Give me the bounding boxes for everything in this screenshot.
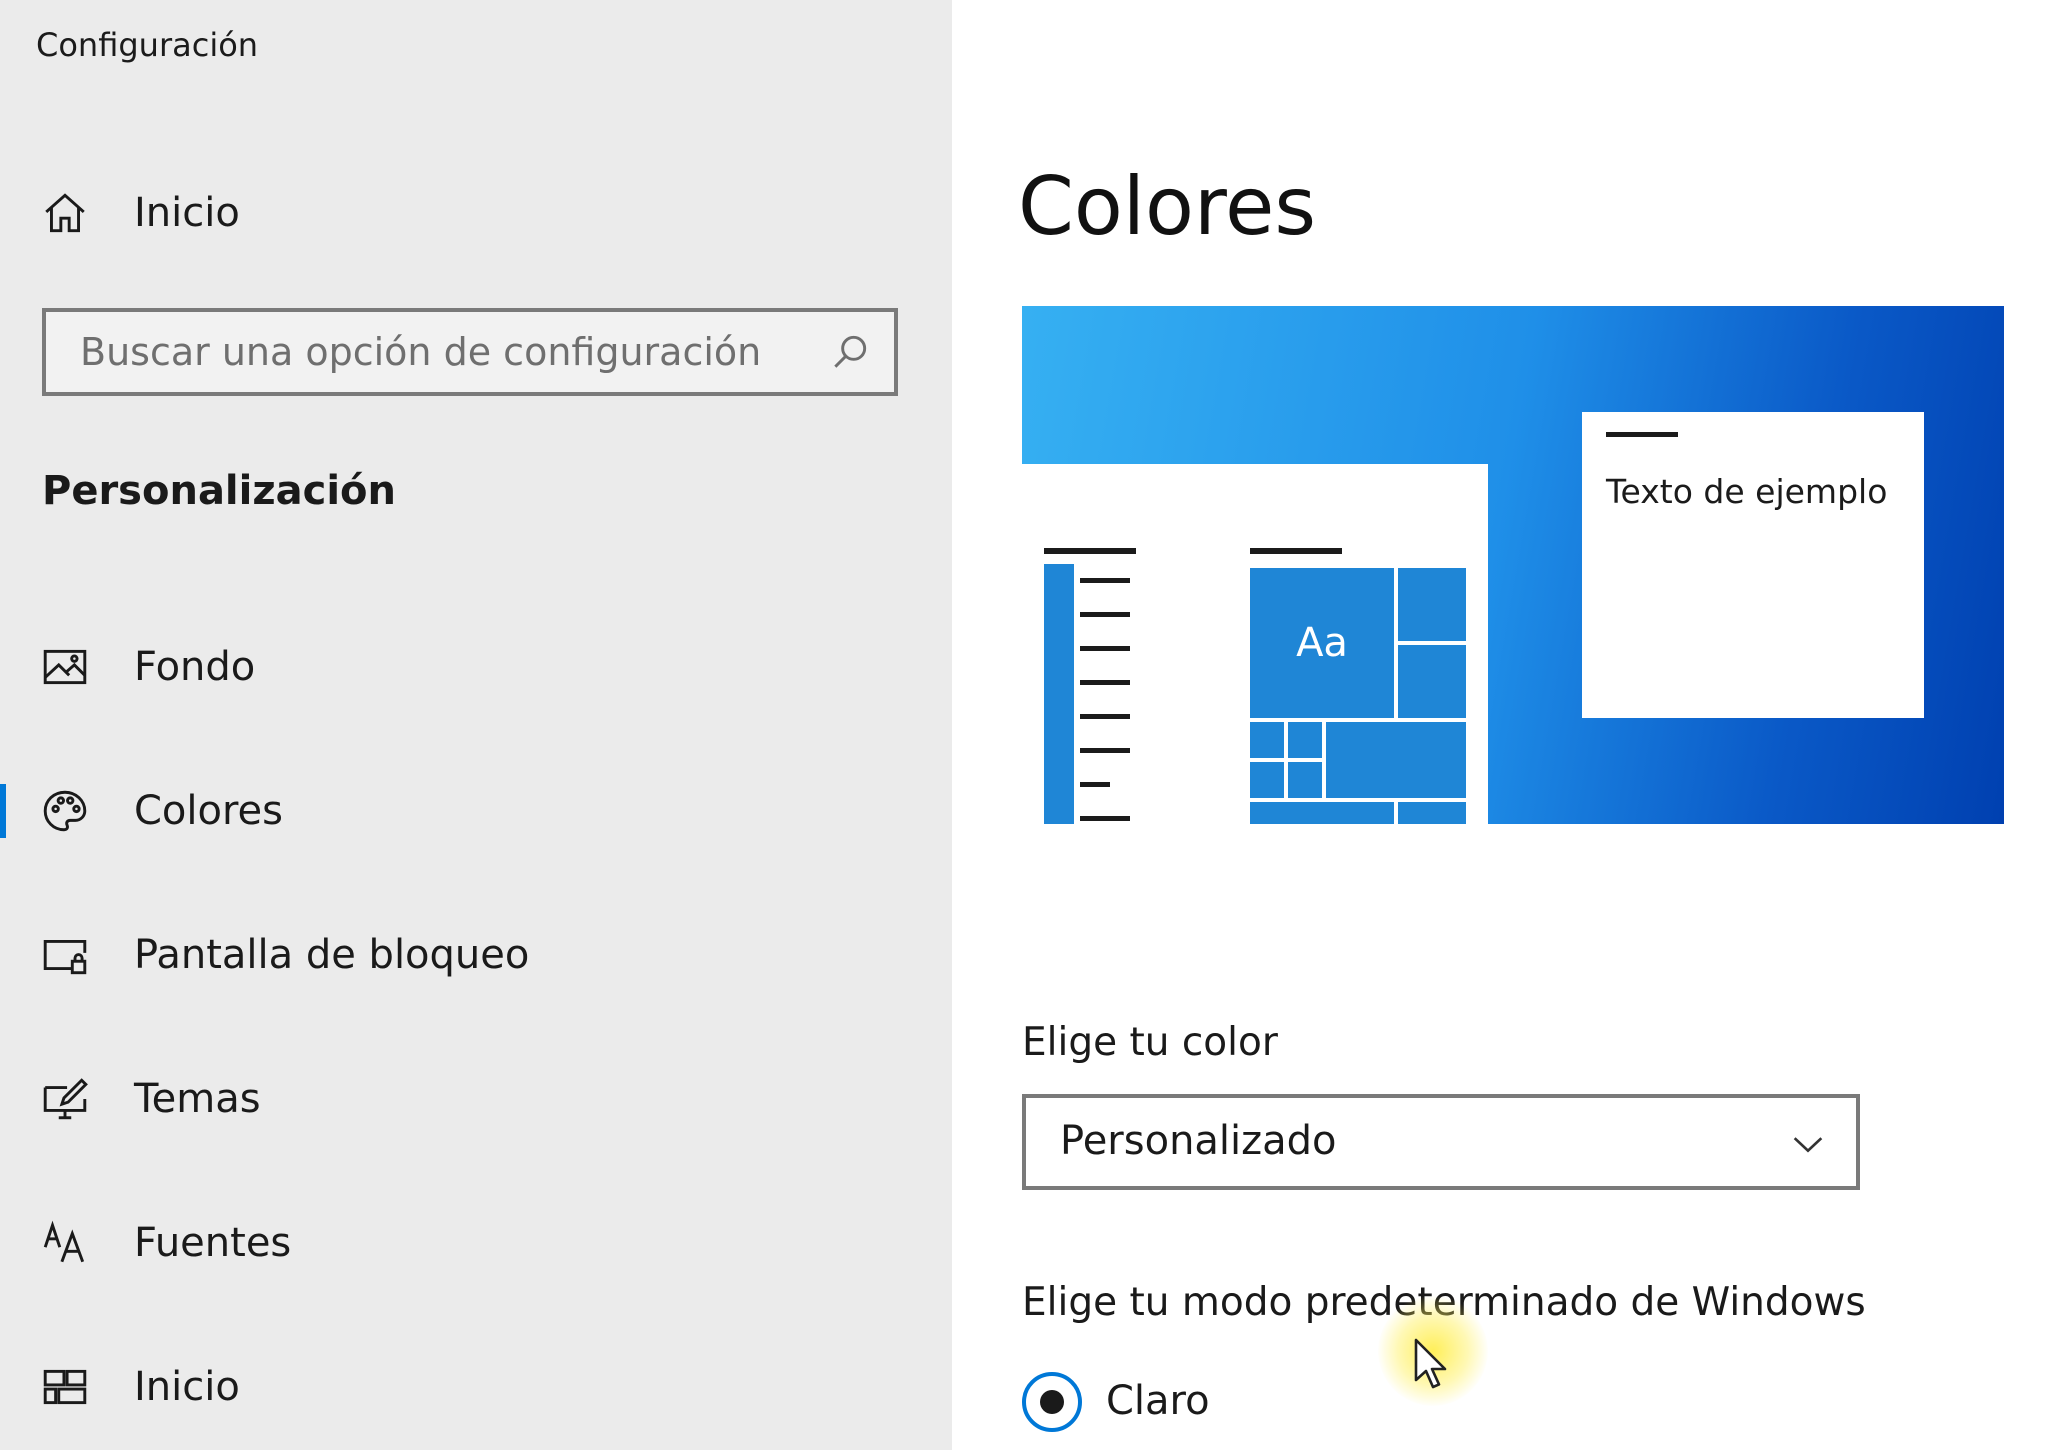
- section-title: Personalización: [42, 468, 397, 514]
- fonts-icon: [38, 1216, 92, 1270]
- sidebar-item-pantalla-bloqueo[interactable]: Pantalla de bloqueo: [0, 900, 952, 1010]
- preview-tile: [1250, 762, 1284, 798]
- preview-tile: [1288, 762, 1322, 798]
- sidebar-item-fondo[interactable]: Fondo: [0, 612, 952, 722]
- preview-tile: [1398, 645, 1466, 718]
- start-icon: [38, 1360, 92, 1414]
- sidebar-item-label: Fondo: [134, 644, 256, 690]
- radio-claro-label: Claro: [1106, 1378, 1210, 1424]
- sidebar-item-label: Pantalla de bloqueo: [134, 932, 530, 978]
- sidebar-item-inicio[interactable]: Inicio: [0, 1332, 952, 1442]
- chevron-down-icon: [1788, 1124, 1828, 1164]
- themes-icon: [38, 1072, 92, 1126]
- preview-tiles-header: [1250, 548, 1342, 554]
- search-icon[interactable]: [828, 330, 872, 374]
- color-dropdown-value: Personalizado: [1060, 1118, 1337, 1164]
- sidebar-item-label: Colores: [134, 788, 284, 834]
- sidebar-item-colores[interactable]: Colores: [0, 756, 952, 866]
- preview-sample-text: Texto de ejemplo: [1606, 472, 1888, 511]
- active-indicator: [0, 784, 6, 838]
- preview-list-header: [1044, 548, 1136, 554]
- preview-sample-titlebar: [1606, 432, 1678, 437]
- preview-tile-aa: Aa: [1250, 568, 1394, 718]
- preview-tile: [1250, 802, 1394, 824]
- sidebar-item-fuentes[interactable]: Fuentes: [0, 1188, 952, 1298]
- image-icon: [38, 640, 92, 694]
- sidebar-item-home[interactable]: Inicio: [0, 158, 952, 268]
- preview-tile: [1250, 722, 1284, 758]
- choose-color-label: Elige tu color: [1022, 1020, 1278, 1065]
- preview-sample-window: Texto de ejemplo: [1582, 412, 1924, 718]
- radio-button[interactable]: [1022, 1372, 1082, 1432]
- sidebar-item-temas[interactable]: Temas: [0, 1044, 952, 1154]
- radio-dot: [1040, 1390, 1064, 1414]
- sidebar: Configuración Inicio Personalización Fon…: [0, 0, 952, 1450]
- page-title: Colores: [1018, 160, 1317, 253]
- home-icon: [38, 186, 92, 240]
- preview-tile: [1398, 568, 1466, 641]
- preview-list-column: [1044, 564, 1074, 824]
- app-title: Configuración: [36, 26, 259, 64]
- color-preview: Aa Texto de ejemplo: [1022, 306, 2004, 824]
- preview-tile: [1288, 722, 1322, 758]
- preview-tile: [1398, 802, 1466, 824]
- search-box[interactable]: [42, 308, 898, 396]
- sidebar-item-label: Temas: [134, 1076, 261, 1122]
- preview-tile: [1326, 722, 1466, 798]
- sidebar-item-label: Inicio: [134, 1364, 240, 1410]
- radio-claro[interactable]: Claro: [1022, 1372, 1422, 1434]
- sidebar-item-home-label: Inicio: [134, 190, 240, 236]
- mouse-cursor-icon: [1412, 1336, 1452, 1392]
- color-dropdown[interactable]: Personalizado: [1022, 1094, 1860, 1190]
- search-input[interactable]: [46, 312, 806, 392]
- sidebar-item-label: Fuentes: [134, 1220, 292, 1266]
- lock-screen-icon: [38, 928, 92, 982]
- palette-icon: [38, 784, 92, 838]
